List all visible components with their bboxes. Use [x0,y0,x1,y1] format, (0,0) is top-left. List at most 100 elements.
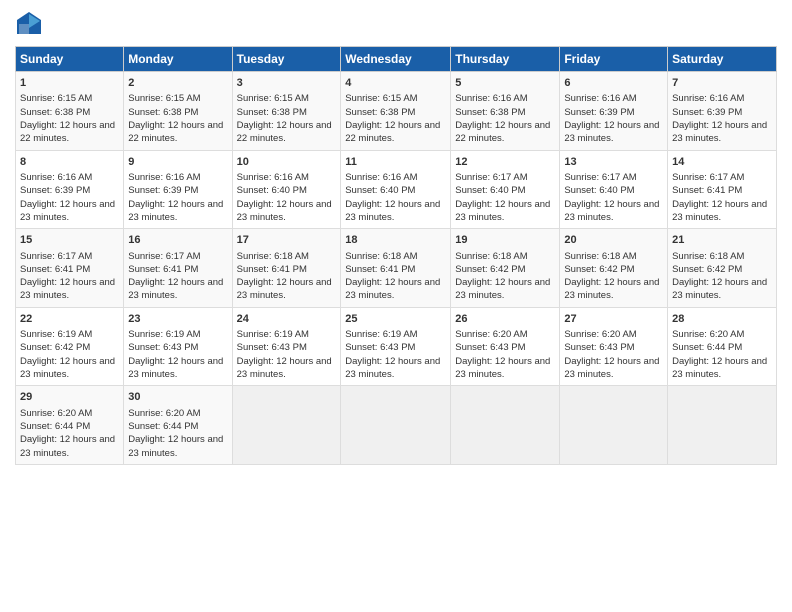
sunset-text: Sunset: 6:42 PM [20,342,90,353]
calendar-cell: 28Sunrise: 6:20 AMSunset: 6:44 PMDayligh… [668,307,777,386]
day-header-saturday: Saturday [668,47,777,72]
sunset-text: Sunset: 6:44 PM [20,421,90,432]
calendar-cell: 4Sunrise: 6:15 AMSunset: 6:38 PMDaylight… [341,72,451,151]
sunset-text: Sunset: 6:40 PM [455,185,525,196]
day-number: 10 [237,155,337,170]
day-number: 4 [345,76,446,91]
sunrise-text: Sunrise: 6:17 AM [672,172,744,183]
calendar-week-row: 15Sunrise: 6:17 AMSunset: 6:41 PMDayligh… [16,229,777,308]
day-number: 23 [128,312,227,327]
daylight-text: Daylight: 12 hours and 22 minutes. [455,120,550,144]
day-number: 11 [345,155,446,170]
calendar-cell: 21Sunrise: 6:18 AMSunset: 6:42 PMDayligh… [668,229,777,308]
calendar-week-row: 22Sunrise: 6:19 AMSunset: 6:42 PMDayligh… [16,307,777,386]
daylight-text: Daylight: 12 hours and 23 minutes. [345,356,440,380]
calendar-cell: 13Sunrise: 6:17 AMSunset: 6:40 PMDayligh… [560,150,668,229]
calendar-cell: 14Sunrise: 6:17 AMSunset: 6:41 PMDayligh… [668,150,777,229]
calendar-cell: 26Sunrise: 6:20 AMSunset: 6:43 PMDayligh… [451,307,560,386]
sunrise-text: Sunrise: 6:16 AM [455,93,527,104]
daylight-text: Daylight: 12 hours and 23 minutes. [672,199,767,223]
sunset-text: Sunset: 6:38 PM [455,107,525,118]
sunset-text: Sunset: 6:39 PM [564,107,634,118]
sunrise-text: Sunrise: 6:16 AM [345,172,417,183]
daylight-text: Daylight: 12 hours and 22 minutes. [345,120,440,144]
day-number: 12 [455,155,555,170]
day-number: 14 [672,155,772,170]
sunrise-text: Sunrise: 6:20 AM [128,408,200,419]
calendar-cell: 12Sunrise: 6:17 AMSunset: 6:40 PMDayligh… [451,150,560,229]
day-number: 27 [564,312,663,327]
calendar-header-row: SundayMondayTuesdayWednesdayThursdayFrid… [16,47,777,72]
calendar-cell: 9Sunrise: 6:16 AMSunset: 6:39 PMDaylight… [124,150,232,229]
sunset-text: Sunset: 6:40 PM [345,185,415,196]
sunrise-text: Sunrise: 6:19 AM [20,329,92,340]
daylight-text: Daylight: 12 hours and 23 minutes. [237,199,332,223]
daylight-text: Daylight: 12 hours and 23 minutes. [128,434,223,458]
header [15,10,777,38]
day-number: 24 [237,312,337,327]
calendar-cell [451,386,560,465]
daylight-text: Daylight: 12 hours and 23 minutes. [20,434,115,458]
sunset-text: Sunset: 6:41 PM [345,264,415,275]
calendar-cell: 11 Sunrise: 6:16 AM Sunset: 6:40 PM Dayligh… [341,150,451,229]
calendar-cell: 2Sunrise: 6:15 AMSunset: 6:38 PMDaylight… [124,72,232,151]
sunset-text: Sunset: 6:38 PM [237,107,307,118]
sunrise-text: Sunrise: 6:20 AM [20,408,92,419]
day-number: 2 [128,76,227,91]
calendar-cell: 7Sunrise: 6:16 AMSunset: 6:39 PMDaylight… [668,72,777,151]
sunrise-text: Sunrise: 6:15 AM [237,93,309,104]
day-number: 5 [455,76,555,91]
daylight-text: Daylight: 12 hours and 22 minutes. [237,120,332,144]
sunrise-text: Sunrise: 6:18 AM [672,251,744,262]
sunset-text: Sunset: 6:42 PM [455,264,525,275]
daylight-text: Daylight: 12 hours and 23 minutes. [20,356,115,380]
day-header-friday: Friday [560,47,668,72]
day-header-sunday: Sunday [16,47,124,72]
day-header-thursday: Thursday [451,47,560,72]
calendar-cell: 25Sunrise: 6:19 AMSunset: 6:43 PMDayligh… [341,307,451,386]
day-number: 6 [564,76,663,91]
sunrise-text: Sunrise: 6:20 AM [672,329,744,340]
day-number: 21 [672,233,772,248]
calendar-cell: 3 Sunrise: 6:15 AM Sunset: 6:38 PM Daylight… [232,72,341,151]
day-number: 18 [345,233,446,248]
calendar-cell [341,386,451,465]
logo [15,10,47,38]
daylight-text: Daylight: 12 hours and 23 minutes. [672,120,767,144]
sunset-text: Sunset: 6:41 PM [128,264,198,275]
daylight-text: Daylight: 12 hours and 23 minutes. [345,277,440,301]
sunset-text: Sunset: 6:38 PM [128,107,198,118]
calendar-cell: 6Sunrise: 6:16 AMSunset: 6:39 PMDaylight… [560,72,668,151]
sunrise-text: Sunrise: 6:18 AM [455,251,527,262]
daylight-text: Daylight: 12 hours and 23 minutes. [237,277,332,301]
sunrise-text: Sunrise: 6:20 AM [564,329,636,340]
daylight-text: Daylight: 12 hours and 23 minutes. [672,277,767,301]
day-number: 7 [672,76,772,91]
sunrise-text: Sunrise: 6:19 AM [128,329,200,340]
calendar-cell: 15Sunrise: 6:17 AMSunset: 6:41 PMDayligh… [16,229,124,308]
sunset-text: Sunset: 6:39 PM [20,185,90,196]
day-number: 16 [128,233,227,248]
sunset-text: Sunset: 6:39 PM [128,185,198,196]
calendar-week-row: 8Sunrise: 6:16 AMSunset: 6:39 PMDaylight… [16,150,777,229]
sunset-text: Sunset: 6:43 PM [128,342,198,353]
calendar-cell: 17Sunrise: 6:18 AMSunset: 6:41 PMDayligh… [232,229,341,308]
calendar-cell: 10Sunrise: 6:16 AMSunset: 6:40 PMDayligh… [232,150,341,229]
sunset-text: Sunset: 6:42 PM [564,264,634,275]
calendar-cell [668,386,777,465]
sunset-text: Sunset: 6:39 PM [672,107,742,118]
day-header-monday: Monday [124,47,232,72]
day-number: 28 [672,312,772,327]
day-number: 3 [237,76,337,91]
day-number: 13 [564,155,663,170]
calendar-cell: 27Sunrise: 6:20 AMSunset: 6:43 PMDayligh… [560,307,668,386]
day-header-wednesday: Wednesday [341,47,451,72]
page: SundayMondayTuesdayWednesdayThursdayFrid… [0,0,792,612]
day-number: 9 [128,155,227,170]
daylight-text: Daylight: 12 hours and 22 minutes. [20,120,115,144]
sunrise-text: Sunrise: 6:16 AM [128,172,200,183]
daylight-text: Daylight: 12 hours and 23 minutes. [564,120,659,144]
sunset-text: Sunset: 6:44 PM [128,421,198,432]
daylight-text: Daylight: 12 hours and 23 minutes. [345,199,440,223]
calendar-cell: 20Sunrise: 6:18 AMSunset: 6:42 PMDayligh… [560,229,668,308]
